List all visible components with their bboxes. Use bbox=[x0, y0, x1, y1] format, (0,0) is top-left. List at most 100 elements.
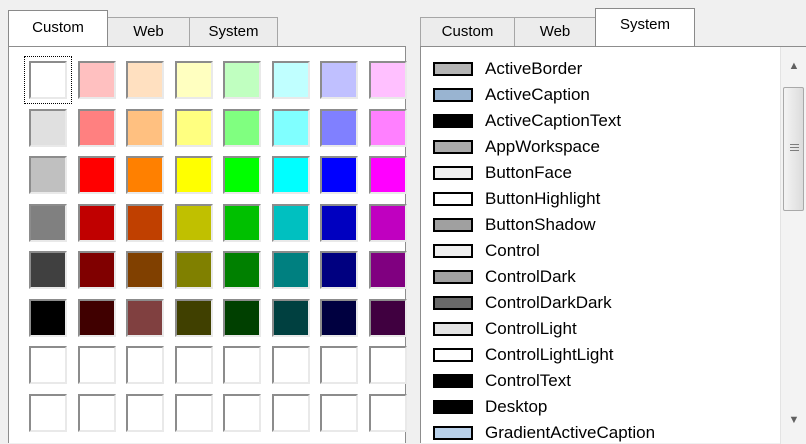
color-name-label: ButtonShadow bbox=[485, 215, 596, 234]
color-swatch[interactable] bbox=[272, 394, 310, 432]
color-swatch[interactable] bbox=[78, 156, 116, 194]
list-item[interactable]: ButtonShadow bbox=[421, 213, 778, 239]
color-swatch[interactable] bbox=[126, 61, 164, 99]
color-swatch[interactable] bbox=[29, 299, 67, 337]
arrow-down-icon[interactable]: ▼ bbox=[781, 407, 806, 433]
color-swatch[interactable] bbox=[320, 156, 358, 194]
list-item[interactable]: Desktop bbox=[421, 395, 778, 421]
list-item[interactable]: ControlText bbox=[421, 369, 778, 395]
color-swatch[interactable] bbox=[29, 204, 67, 242]
color-swatch[interactable] bbox=[126, 251, 164, 289]
arrow-up-icon[interactable]: ▲ bbox=[781, 53, 806, 79]
color-name-label: Control bbox=[485, 241, 540, 260]
color-swatch[interactable] bbox=[223, 61, 261, 99]
tab-web[interactable]: Web bbox=[107, 17, 190, 46]
color-swatch[interactable] bbox=[369, 346, 407, 384]
color-swatch[interactable] bbox=[223, 204, 261, 242]
color-swatch[interactable] bbox=[78, 204, 116, 242]
color-swatch[interactable] bbox=[126, 299, 164, 337]
color-swatch[interactable] bbox=[369, 251, 407, 289]
color-swatch[interactable] bbox=[272, 61, 310, 99]
color-swatch[interactable] bbox=[175, 394, 213, 432]
list-item[interactable]: ControlLight bbox=[421, 317, 778, 343]
color-swatch[interactable] bbox=[369, 394, 407, 432]
color-swatch[interactable] bbox=[369, 156, 407, 194]
color-swatch[interactable] bbox=[223, 156, 261, 194]
color-swatch[interactable] bbox=[78, 109, 116, 147]
list-item[interactable]: ActiveBorder bbox=[421, 57, 778, 83]
color-swatch[interactable] bbox=[29, 394, 67, 432]
color-swatch[interactable] bbox=[223, 109, 261, 147]
color-swatch[interactable] bbox=[175, 61, 213, 99]
tab-web[interactable]: Web bbox=[514, 17, 596, 46]
color-swatch[interactable] bbox=[175, 346, 213, 384]
color-swatch[interactable] bbox=[78, 61, 116, 99]
list-item[interactable]: ControlDarkDark bbox=[421, 291, 778, 317]
color-swatch[interactable] bbox=[126, 156, 164, 194]
color-swatch[interactable] bbox=[272, 299, 310, 337]
color-name-label: ActiveBorder bbox=[485, 59, 583, 78]
color-swatch[interactable] bbox=[175, 156, 213, 194]
custom-tab-content bbox=[8, 46, 407, 443]
color-swatch[interactable] bbox=[223, 346, 261, 384]
color-swatch[interactable] bbox=[126, 109, 164, 147]
color-swatch[interactable] bbox=[272, 251, 310, 289]
list-item[interactable]: ButtonHighlight bbox=[421, 187, 778, 213]
scroll-thumb[interactable] bbox=[783, 87, 804, 211]
color-swatch[interactable] bbox=[320, 109, 358, 147]
list-item[interactable]: ControlLightLight bbox=[421, 343, 778, 369]
color-name-label: ControlDark bbox=[485, 267, 576, 286]
color-swatch[interactable] bbox=[175, 109, 213, 147]
color-sample-swatch bbox=[433, 270, 473, 284]
color-swatch[interactable] bbox=[29, 346, 67, 384]
tab-system[interactable]: System bbox=[595, 8, 695, 46]
color-swatch[interactable] bbox=[29, 251, 67, 289]
color-swatch[interactable] bbox=[126, 204, 164, 242]
color-swatch[interactable] bbox=[320, 394, 358, 432]
color-swatch[interactable] bbox=[369, 109, 407, 147]
color-swatch[interactable] bbox=[223, 251, 261, 289]
color-swatch[interactable] bbox=[223, 299, 261, 337]
list-item[interactable]: ControlDark bbox=[421, 265, 778, 291]
color-swatch[interactable] bbox=[369, 61, 407, 99]
color-swatch[interactable] bbox=[78, 394, 116, 432]
color-name-label: ControlDarkDark bbox=[485, 293, 612, 312]
color-swatch[interactable] bbox=[272, 109, 310, 147]
color-swatch[interactable] bbox=[320, 299, 358, 337]
list-item[interactable]: ActiveCaption bbox=[421, 83, 778, 109]
color-swatch[interactable] bbox=[320, 346, 358, 384]
color-swatch[interactable] bbox=[272, 204, 310, 242]
color-swatch[interactable] bbox=[126, 346, 164, 384]
color-name-label: ActiveCaptionText bbox=[485, 111, 622, 130]
color-swatch[interactable] bbox=[320, 251, 358, 289]
color-name-label: ControlLightLight bbox=[485, 345, 614, 364]
tab-system[interactable]: System bbox=[189, 17, 278, 46]
color-swatch[interactable] bbox=[369, 204, 407, 242]
tab-custom[interactable]: Custom bbox=[420, 17, 515, 46]
color-swatch[interactable] bbox=[29, 61, 67, 99]
list-item[interactable]: ActiveCaptionText bbox=[421, 109, 778, 135]
color-swatch[interactable] bbox=[175, 204, 213, 242]
color-swatch[interactable] bbox=[78, 346, 116, 384]
list-item[interactable]: Control bbox=[421, 239, 778, 265]
color-swatch[interactable] bbox=[175, 251, 213, 289]
system-color-list[interactable]: ActiveBorder ActiveCaption ActiveCaptionTe… bbox=[421, 47, 778, 444]
color-swatch[interactable] bbox=[272, 156, 310, 194]
color-swatch[interactable] bbox=[320, 204, 358, 242]
list-item[interactable]: ButtonFace bbox=[421, 161, 778, 187]
vertical-scrollbar[interactable]: ▲ ▼ bbox=[780, 47, 806, 444]
color-swatch[interactable] bbox=[78, 251, 116, 289]
color-swatch[interactable] bbox=[272, 346, 310, 384]
color-sample-swatch bbox=[433, 374, 473, 388]
color-swatch[interactable] bbox=[29, 156, 67, 194]
color-swatch[interactable] bbox=[78, 299, 116, 337]
color-swatch[interactable] bbox=[369, 299, 407, 337]
color-swatch[interactable] bbox=[29, 109, 67, 147]
color-swatch[interactable] bbox=[175, 299, 213, 337]
list-item[interactable]: AppWorkspace bbox=[421, 135, 778, 161]
tab-custom[interactable]: Custom bbox=[8, 10, 108, 46]
color-swatch[interactable] bbox=[223, 394, 261, 432]
list-item[interactable]: GradientActiveCaption bbox=[421, 421, 778, 444]
color-swatch[interactable] bbox=[320, 61, 358, 99]
color-swatch[interactable] bbox=[126, 394, 164, 432]
